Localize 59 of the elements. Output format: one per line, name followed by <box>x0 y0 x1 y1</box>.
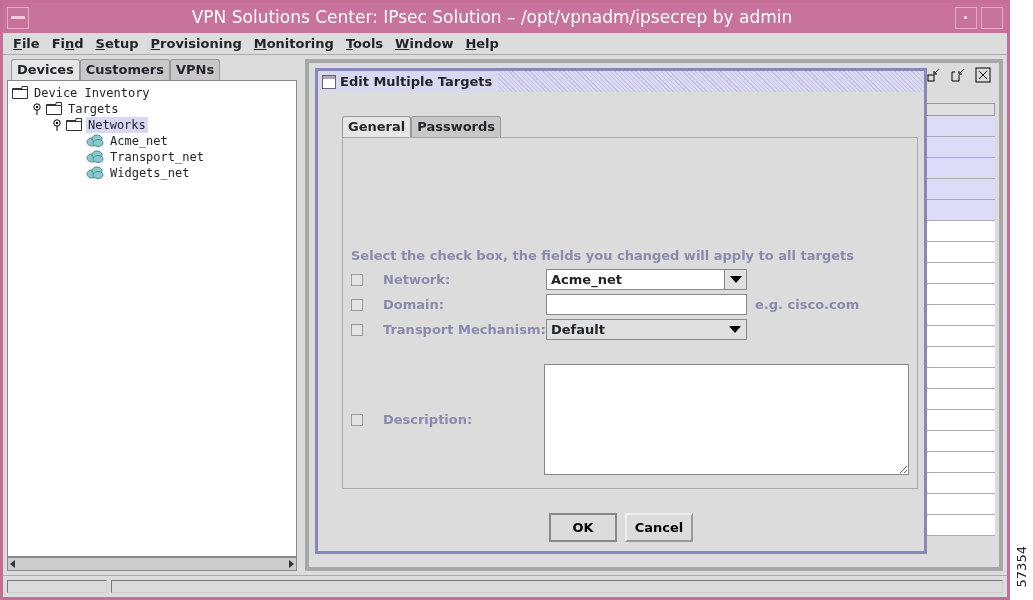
field-label: Description: <box>382 410 474 429</box>
tab[interactable]: Passwords <box>411 116 502 137</box>
horizontal-scrollbar[interactable] <box>7 557 297 571</box>
tab[interactable]: Devices <box>11 59 80 80</box>
menu-item[interactable]: Tools <box>339 33 390 54</box>
checkbox[interactable] <box>351 323 363 336</box>
field-label: Transport Mechanism: <box>383 320 546 339</box>
instruction-text: Select the check box, the fields you changed will apply to all targets <box>351 246 855 265</box>
field-label: Domain: <box>383 295 445 314</box>
dialog-title: Edit Multiple Targets <box>340 72 493 91</box>
cloud-icon <box>86 134 104 147</box>
expander-icon[interactable] <box>52 118 62 131</box>
cloud-icon <box>86 150 104 163</box>
checkbox[interactable] <box>351 413 363 426</box>
dropdown[interactable]: Default <box>546 319 747 340</box>
maximize-button[interactable] <box>981 7 1003 29</box>
folder-icon <box>66 118 82 131</box>
menu-item[interactable]: File <box>7 33 46 54</box>
dialog-button[interactable]: OK <box>549 512 617 542</box>
minimize-button[interactable] <box>955 7 977 29</box>
close-icon[interactable] <box>975 67 991 83</box>
dropdown-arrow-icon[interactable] <box>729 326 741 333</box>
menu-item[interactable]: Help <box>459 33 505 54</box>
window-menu-button[interactable] <box>7 7 29 29</box>
text-area[interactable] <box>544 364 909 475</box>
tree-item[interactable]: Widgets_net <box>108 164 192 181</box>
menu-item[interactable]: Setup <box>89 33 145 54</box>
folder-icon <box>46 102 62 115</box>
tree-item[interactable]: Acme_net <box>108 132 170 149</box>
expander-icon[interactable] <box>32 102 42 115</box>
window-icon <box>322 74 336 89</box>
checkbox[interactable] <box>351 273 363 286</box>
dialog-button[interactable]: Cancel <box>625 512 693 542</box>
tree-item[interactable]: Device Inventory <box>32 84 152 101</box>
minimize-icon <box>964 16 968 20</box>
scroll-left-icon[interactable] <box>8 559 18 569</box>
tree-item[interactable]: Targets <box>66 100 121 117</box>
hint-text: e.g. cisco.com <box>755 295 860 314</box>
window-title: VPN Solutions Center: IPsec Solution – /opt/vpnadm/ipsecrep by admin <box>190 6 794 30</box>
dropdown[interactable]: Acme_net <box>546 269 747 290</box>
checkbox[interactable] <box>351 298 363 311</box>
field-label: Network: <box>383 270 452 289</box>
menu-icon <box>11 16 25 20</box>
menu-item[interactable]: Monitoring <box>247 33 340 54</box>
tab[interactable]: VPNs <box>170 59 221 80</box>
dropdown-arrow-icon[interactable] <box>729 276 742 283</box>
cloud-icon <box>86 166 104 179</box>
figure-id: 57354 <box>1012 545 1030 587</box>
tree-item[interactable]: Transport_net <box>108 148 206 165</box>
tree-item[interactable]: Networks <box>86 116 148 133</box>
restore-icon[interactable] <box>951 67 967 83</box>
menu-item[interactable]: Window <box>389 33 460 54</box>
tab[interactable]: General <box>342 116 412 137</box>
menu-item[interactable]: Provisioning <box>144 33 248 54</box>
tab[interactable]: Customers <box>79 59 170 80</box>
folder-icon <box>12 86 28 99</box>
text-field[interactable] <box>546 294 747 315</box>
scroll-right-icon[interactable] <box>286 559 296 569</box>
menu-item[interactable]: Find <box>45 33 90 54</box>
